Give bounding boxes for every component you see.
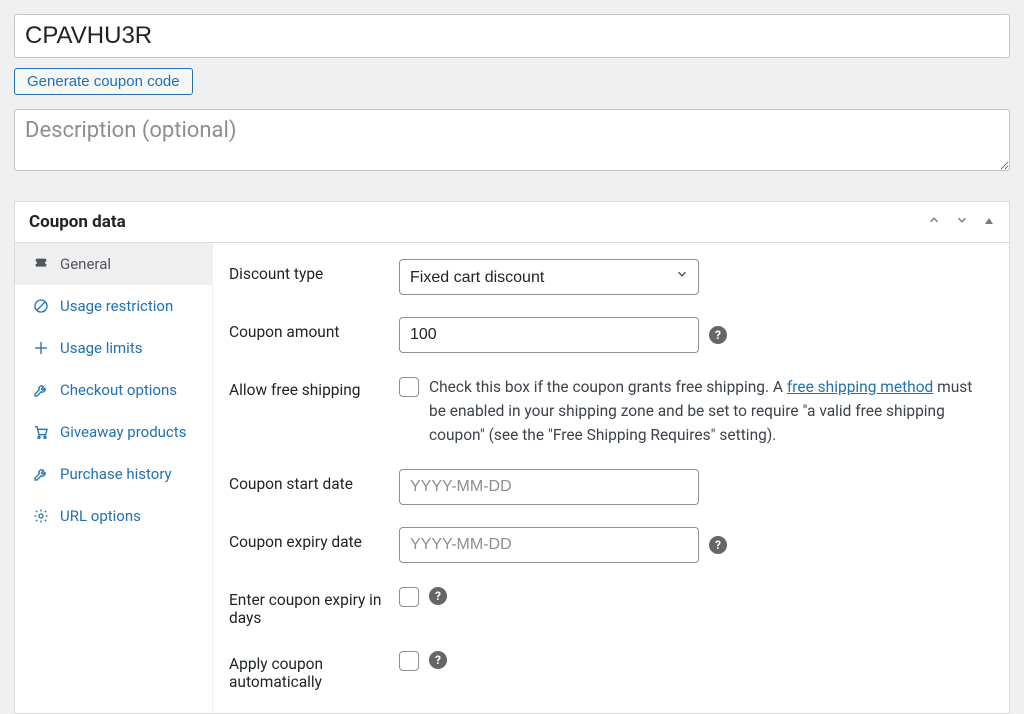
- gear-icon: [32, 508, 50, 524]
- sidebar-item-checkout-options[interactable]: Checkout options: [15, 369, 212, 411]
- help-icon[interactable]: ?: [429, 651, 447, 669]
- form-content: Discount type Fixed cart discount: [213, 243, 1009, 713]
- ticket-icon: [32, 256, 50, 272]
- help-icon[interactable]: ?: [709, 326, 727, 344]
- sidebar-item-label: General: [60, 255, 111, 273]
- coupon-start-date-input[interactable]: [399, 469, 699, 505]
- limits-icon: [32, 340, 50, 356]
- discount-type-label: Discount type: [229, 259, 399, 283]
- discount-type-select[interactable]: Fixed cart discount: [399, 259, 699, 295]
- coupon-expiry-date-input[interactable]: [399, 527, 699, 563]
- wrench-icon: [32, 466, 50, 482]
- coupon-description-textarea[interactable]: [14, 109, 1010, 171]
- expiry-days-label: Enter coupon expiry in days: [229, 585, 399, 627]
- panel-collapse-icon[interactable]: [983, 213, 995, 231]
- sidebar-item-label: Usage limits: [60, 339, 142, 357]
- cart-icon: [32, 424, 50, 440]
- help-icon[interactable]: ?: [429, 587, 447, 605]
- panel-header: Coupon data: [15, 202, 1009, 243]
- panel-move-up-icon[interactable]: [927, 213, 941, 231]
- sidebar-item-usage-restriction[interactable]: Usage restriction: [15, 285, 212, 327]
- help-icon[interactable]: ?: [709, 536, 727, 554]
- wrench-icon: [32, 382, 50, 398]
- coupon-code-input[interactable]: [14, 14, 1010, 58]
- sidebar-item-general[interactable]: General: [15, 243, 212, 285]
- panel-title: Coupon data: [29, 212, 126, 232]
- coupon-data-panel: Coupon data General: [14, 201, 1010, 714]
- sidebar-item-giveaway-products[interactable]: Giveaway products: [15, 411, 212, 453]
- allow-free-shipping-checkbox[interactable]: [399, 377, 419, 397]
- coupon-expiry-date-label: Coupon expiry date: [229, 527, 399, 551]
- sidebar-item-label: Purchase history: [60, 465, 172, 483]
- generate-coupon-button[interactable]: Generate coupon code: [14, 68, 193, 95]
- coupon-amount-label: Coupon amount: [229, 317, 399, 341]
- sidebar-item-label: Giveaway products: [60, 423, 186, 441]
- panel-move-down-icon[interactable]: [955, 213, 969, 231]
- sidebar-item-label: Checkout options: [60, 381, 177, 399]
- sidebar-item-url-options[interactable]: URL options: [15, 495, 212, 537]
- apply-auto-label: Apply coupon automatically: [229, 649, 399, 691]
- sidebar-item-purchase-history[interactable]: Purchase history: [15, 453, 212, 495]
- apply-auto-checkbox[interactable]: [399, 651, 419, 671]
- expiry-days-checkbox[interactable]: [399, 587, 419, 607]
- allow-free-shipping-help: Check this box if the coupon grants free…: [429, 375, 987, 447]
- ban-icon: [32, 298, 50, 314]
- sidebar: General Usage restriction Usage limits: [15, 243, 213, 713]
- allow-free-shipping-label: Allow free shipping: [229, 375, 399, 399]
- free-shipping-method-link[interactable]: free shipping method: [787, 378, 933, 396]
- coupon-amount-input[interactable]: [399, 317, 699, 353]
- coupon-start-date-label: Coupon start date: [229, 469, 399, 493]
- sidebar-item-label: Usage restriction: [60, 297, 173, 315]
- sidebar-item-usage-limits[interactable]: Usage limits: [15, 327, 212, 369]
- sidebar-item-label: URL options: [60, 507, 141, 525]
